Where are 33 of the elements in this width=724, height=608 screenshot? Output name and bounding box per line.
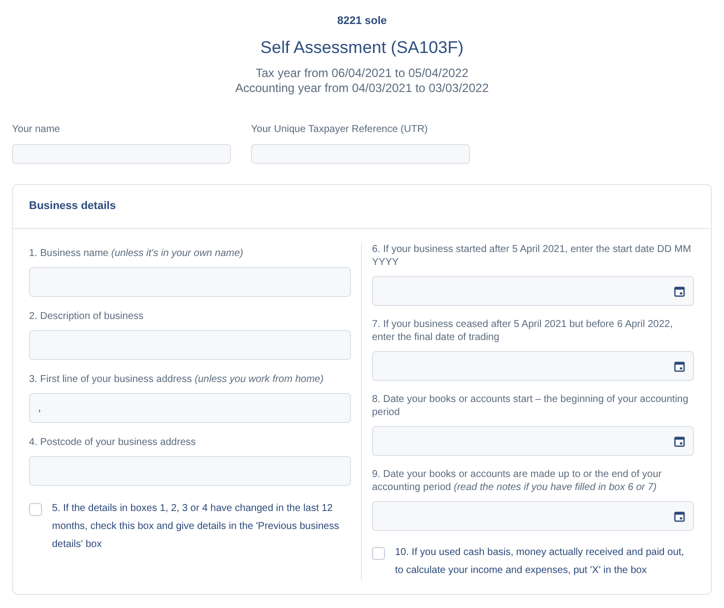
field-label: Your Unique Taxpayer Reference (UTR) bbox=[251, 123, 429, 137]
input-field[interactable] bbox=[251, 144, 470, 164]
field-label: 7. If your business ceased after 5 April 2021 but before 6 April 2022, enter the final date of trading bbox=[372, 318, 674, 344]
form-title: Self Assessment (SA103F) bbox=[260, 36, 464, 58]
field-label: 8. Date your books or accounts start – the beginning of your accounting period bbox=[372, 393, 690, 419]
date-field[interactable] bbox=[372, 276, 694, 306]
year-range: Accounting year from 04/03/2021 to 03/03/2022 bbox=[235, 81, 489, 96]
field-label: 2. Description of business bbox=[29, 310, 145, 323]
checkbox[interactable] bbox=[29, 503, 42, 516]
input-field[interactable]: , bbox=[29, 393, 351, 423]
calendar-icon[interactable] bbox=[674, 436, 685, 446]
field-label: 9. Date your books or accounts are made up to or the end of your accounting period (read the notes if you have filled in box 6 or 7) bbox=[372, 468, 663, 494]
field-label: 3. First line of your business address (unless you work from home) bbox=[29, 373, 325, 386]
input-field[interactable] bbox=[29, 330, 351, 360]
field-label: Your name bbox=[12, 123, 61, 137]
checkbox-label: 10. If you used cash basis, money actually received and paid out, to calculate your income and expenses, put 'X' in the box bbox=[395, 546, 686, 578]
checkbox[interactable] bbox=[372, 547, 385, 560]
calendar-icon[interactable] bbox=[674, 286, 685, 296]
date-field[interactable] bbox=[372, 426, 694, 456]
checkbox-label: 5. If the details in boxes 1, 2, 3 or 4 have changed in the last 12 months, check this box and give details in the 'Previous business details' box bbox=[52, 502, 340, 552]
input-field[interactable] bbox=[12, 144, 231, 164]
field-label: 1. Business name (unless it's in your own name) bbox=[29, 247, 244, 260]
form-code: 8221 sole bbox=[337, 14, 387, 29]
field-label: 6. If your business started after 5 April 2021, enter the start date DD MM YYYY bbox=[372, 243, 692, 269]
field-label: 4. Postcode of your business address bbox=[29, 436, 197, 449]
input-field[interactable] bbox=[29, 456, 351, 486]
calendar-icon[interactable] bbox=[674, 510, 685, 522]
date-field[interactable] bbox=[372, 501, 694, 531]
year-range: Tax year from 06/04/2021 to 05/04/2022 bbox=[256, 66, 468, 81]
calendar-icon[interactable] bbox=[674, 360, 685, 372]
input-field[interactable] bbox=[29, 267, 351, 297]
section-title: Business details bbox=[29, 199, 116, 214]
date-field[interactable] bbox=[372, 351, 694, 381]
